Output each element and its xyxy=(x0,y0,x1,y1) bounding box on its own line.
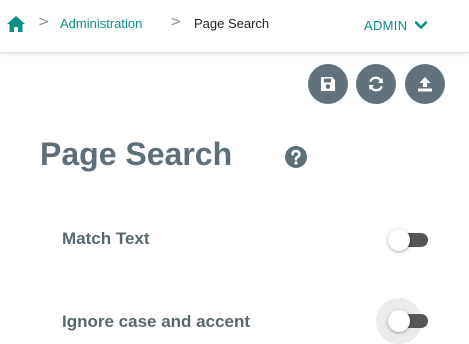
refresh-icon xyxy=(369,76,383,92)
upload-icon xyxy=(418,77,432,92)
admin-user-menu[interactable]: ADMIN xyxy=(364,12,454,38)
match-text-toggle[interactable] xyxy=(388,229,430,251)
breadcrumb-separator: > xyxy=(38,14,50,30)
home-icon[interactable] xyxy=(6,15,26,33)
breadcrumb-separator: > xyxy=(170,14,182,30)
admin-menu-label: ADMIN xyxy=(364,17,408,33)
save-icon xyxy=(321,77,335,91)
refresh-button[interactable] xyxy=(356,64,396,104)
top-navigation-bar: > Administration > Page Search ADMIN xyxy=(0,0,469,53)
upload-button[interactable] xyxy=(405,64,445,104)
breadcrumb-current-page: Page Search xyxy=(194,16,270,31)
page-title: Page Search xyxy=(40,136,233,172)
chevron-down-icon xyxy=(415,20,428,29)
breadcrumb-link-administration[interactable]: Administration xyxy=(60,16,142,31)
save-button[interactable] xyxy=(308,64,348,104)
ignore-case-accent-toggle[interactable] xyxy=(388,310,430,332)
toggle-thumb xyxy=(388,229,410,251)
ignore-case-accent-label: Ignore case and accent xyxy=(62,312,251,331)
match-text-label: Match Text xyxy=(62,229,150,248)
toggle-thumb xyxy=(388,310,410,332)
question-circle-icon[interactable] xyxy=(284,145,308,169)
